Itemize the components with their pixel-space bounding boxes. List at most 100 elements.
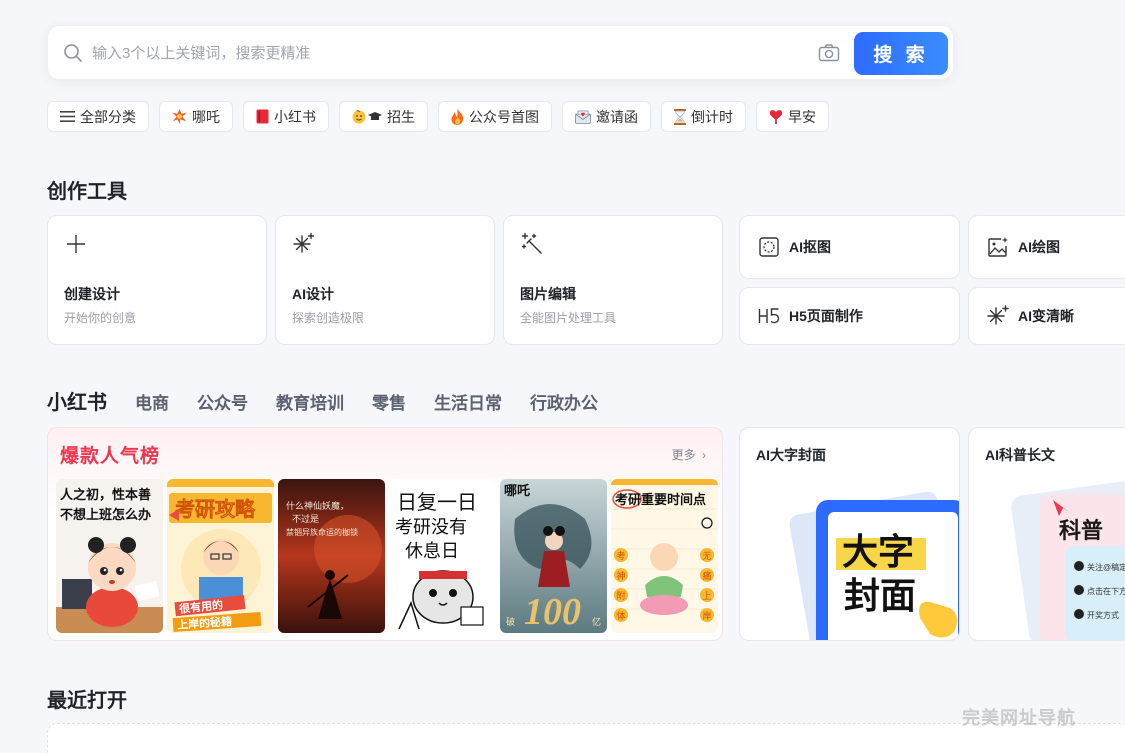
- search-icon: [64, 44, 82, 62]
- chevron-right-icon: ›: [702, 448, 706, 462]
- search-button[interactable]: 搜 索: [854, 32, 948, 75]
- magic-wand-icon: [521, 232, 542, 254]
- sparkle-icon: [293, 232, 315, 253]
- thumb-text: 破: [506, 616, 515, 627]
- thumb-text: 岸: [703, 611, 712, 621]
- search-input[interactable]: [92, 40, 792, 66]
- tag-enrollment[interactable]: 招生: [339, 101, 428, 132]
- art-text: 开奖方式: [1087, 610, 1119, 620]
- tag-countdown[interactable]: 倒计时: [661, 101, 746, 132]
- student-graduation-icon: [352, 110, 382, 124]
- sparkle-icon: [987, 305, 1009, 325]
- recent-section-title: 最近打开: [47, 690, 127, 712]
- ai-science-article-card[interactable]: 科普 关注@稿定 点击在下方 开奖方式 AI科普长文: [968, 427, 1125, 641]
- tool-desc: 开始你的创意: [64, 311, 137, 325]
- thumb-text: 不想上班怎么办: [60, 507, 151, 522]
- heart-icon: [769, 110, 783, 124]
- tool-name: AI变清晰: [1018, 308, 1074, 324]
- h5-page-card[interactable]: H5页面制作: [739, 287, 960, 345]
- tag-invitation[interactable]: 邀请函: [562, 101, 651, 132]
- tag-label: 早安: [788, 108, 816, 125]
- tool-desc: 全能图片处理工具: [520, 311, 617, 325]
- tool-name: 创建设计: [64, 286, 120, 302]
- ai-design-card[interactable]: AI设计 探索创造极限: [275, 215, 495, 345]
- tool-name: 图片编辑: [520, 286, 576, 302]
- template-thumbnail[interactable]: 哪吒 100 破 亿: [500, 479, 607, 633]
- tab-daily-life[interactable]: 生活日常: [434, 389, 502, 414]
- art-text: 大字: [842, 531, 914, 572]
- menu-icon: [60, 111, 75, 122]
- thumb-text: 无: [703, 551, 712, 561]
- thumb-text: 体: [617, 610, 626, 621]
- thumb-text: 考研没有: [395, 517, 467, 538]
- template-thumbnail[interactable]: 考研攻略 很有用的 上岸的秘籍: [167, 479, 274, 633]
- search-bar: 搜 索: [47, 25, 954, 80]
- trending-thumbnails: 人之初，性本善 不想上班怎么办 考研攻略 很有用的 上岸的秘籍 什么神仙妖魔， …: [56, 479, 718, 633]
- thumb-text: 附: [617, 590, 626, 601]
- tag-all-categories[interactable]: 全部分类: [47, 101, 149, 132]
- tag-good-morning[interactable]: 早安: [756, 101, 829, 132]
- tab-ecommerce[interactable]: 电商: [135, 389, 169, 414]
- thumb-text: 痛: [703, 570, 712, 581]
- hourglass-icon: [674, 108, 686, 125]
- h5-icon: [758, 308, 780, 324]
- art-text: 点击在下方: [1087, 586, 1125, 596]
- tab-retail[interactable]: 零售: [372, 389, 406, 414]
- art-text: 关注@稿定: [1087, 562, 1125, 572]
- ai-drawing-card[interactable]: AI绘图: [968, 215, 1125, 279]
- thumb-text: 休息日: [405, 541, 459, 562]
- category-tabs: 小红书 电商 公众号 教育培训 零售 生活日常 行政办公: [47, 386, 598, 415]
- cutout-icon: [759, 237, 779, 257]
- tag-label: 倒计时: [691, 108, 733, 125]
- tag-label: 小红书: [274, 108, 316, 125]
- tag-label: 公众号首图: [469, 108, 539, 125]
- thumb-text: 亿: [592, 616, 601, 627]
- tab-education[interactable]: 教育培训: [276, 389, 344, 414]
- plus-icon: [67, 235, 85, 253]
- template-thumbnail[interactable]: 日复一日 考研没有 休息日: [389, 479, 496, 633]
- ai-big-text-cover-card[interactable]: 大字 封面 AI大字封面: [739, 427, 960, 641]
- tool-name: AI设计: [292, 286, 334, 302]
- ai-enhance-card[interactable]: AI变清晰: [968, 287, 1125, 345]
- thumb-text: 神: [617, 570, 626, 581]
- image-edit-card[interactable]: 图片编辑 全能图片处理工具: [503, 215, 723, 345]
- thumb-text: 禁锢异族命运的枷锁: [286, 527, 358, 537]
- camera-icon[interactable]: [818, 43, 840, 63]
- create-design-card[interactable]: 创建设计 开始你的创意: [47, 215, 267, 345]
- template-thumbnail[interactable]: 考研重要时间点 考 神 附 体 无 痛 上 岸: [611, 479, 718, 633]
- thumb-text: 日复一日: [397, 490, 477, 514]
- red-book-icon: [256, 109, 269, 124]
- tab-xiaohongshu[interactable]: 小红书: [47, 386, 107, 415]
- tag-xiaohongshu[interactable]: 小红书: [243, 101, 329, 132]
- thumb-text: 考研攻略: [175, 497, 256, 521]
- trending-panel: 爆款人气榜 更多 › 人之初，性本善 不想上班怎么办 考研攻略 很有用的 上岸的…: [47, 427, 723, 641]
- thumb-text: 考: [617, 551, 626, 561]
- tag-nezha[interactable]: 哪吒: [159, 101, 233, 132]
- ai-card-title: AI科普长文: [985, 447, 1055, 463]
- tab-wechat-official[interactable]: 公众号: [197, 389, 248, 414]
- tag-label: 哪吒: [192, 108, 220, 125]
- template-thumbnail[interactable]: 什么神仙妖魔， 不过是 禁锢异族命运的枷锁: [278, 479, 385, 633]
- thumb-text: 什么神仙妖魔，: [286, 500, 349, 511]
- tab-office[interactable]: 行政办公: [530, 389, 598, 414]
- tool-name: H5页面制作: [789, 308, 863, 324]
- quick-tags: 全部分类 哪吒 小红书 招生 公众号首图 邀请函 倒计时 早安: [47, 101, 829, 132]
- thumb-text: 100: [524, 591, 581, 633]
- thumb-text: 人之初，性本善: [60, 487, 151, 502]
- ai-card-title: AI大字封面: [756, 447, 826, 463]
- tag-label: 邀请函: [596, 108, 638, 125]
- tag-label: 全部分类: [80, 108, 136, 125]
- trending-more-link[interactable]: 更多 ›: [672, 446, 706, 463]
- thumb-text: 上: [703, 591, 712, 601]
- tag-wechat-cover[interactable]: 公众号首图: [438, 101, 552, 132]
- tool-name: AI绘图: [1018, 239, 1060, 255]
- more-label: 更多: [671, 448, 696, 462]
- thumb-text: 哪吒: [504, 483, 530, 498]
- thumb-text: 不过是: [292, 513, 319, 524]
- fire-icon: [451, 108, 464, 125]
- ai-cutout-card[interactable]: AI抠图: [739, 215, 960, 279]
- template-thumbnail[interactable]: 人之初，性本善 不想上班怎么办: [56, 479, 163, 633]
- art-text: 科普: [1059, 518, 1103, 543]
- thumb-text: 考研重要时间点: [615, 492, 706, 507]
- burst-emoji-icon: [172, 109, 187, 124]
